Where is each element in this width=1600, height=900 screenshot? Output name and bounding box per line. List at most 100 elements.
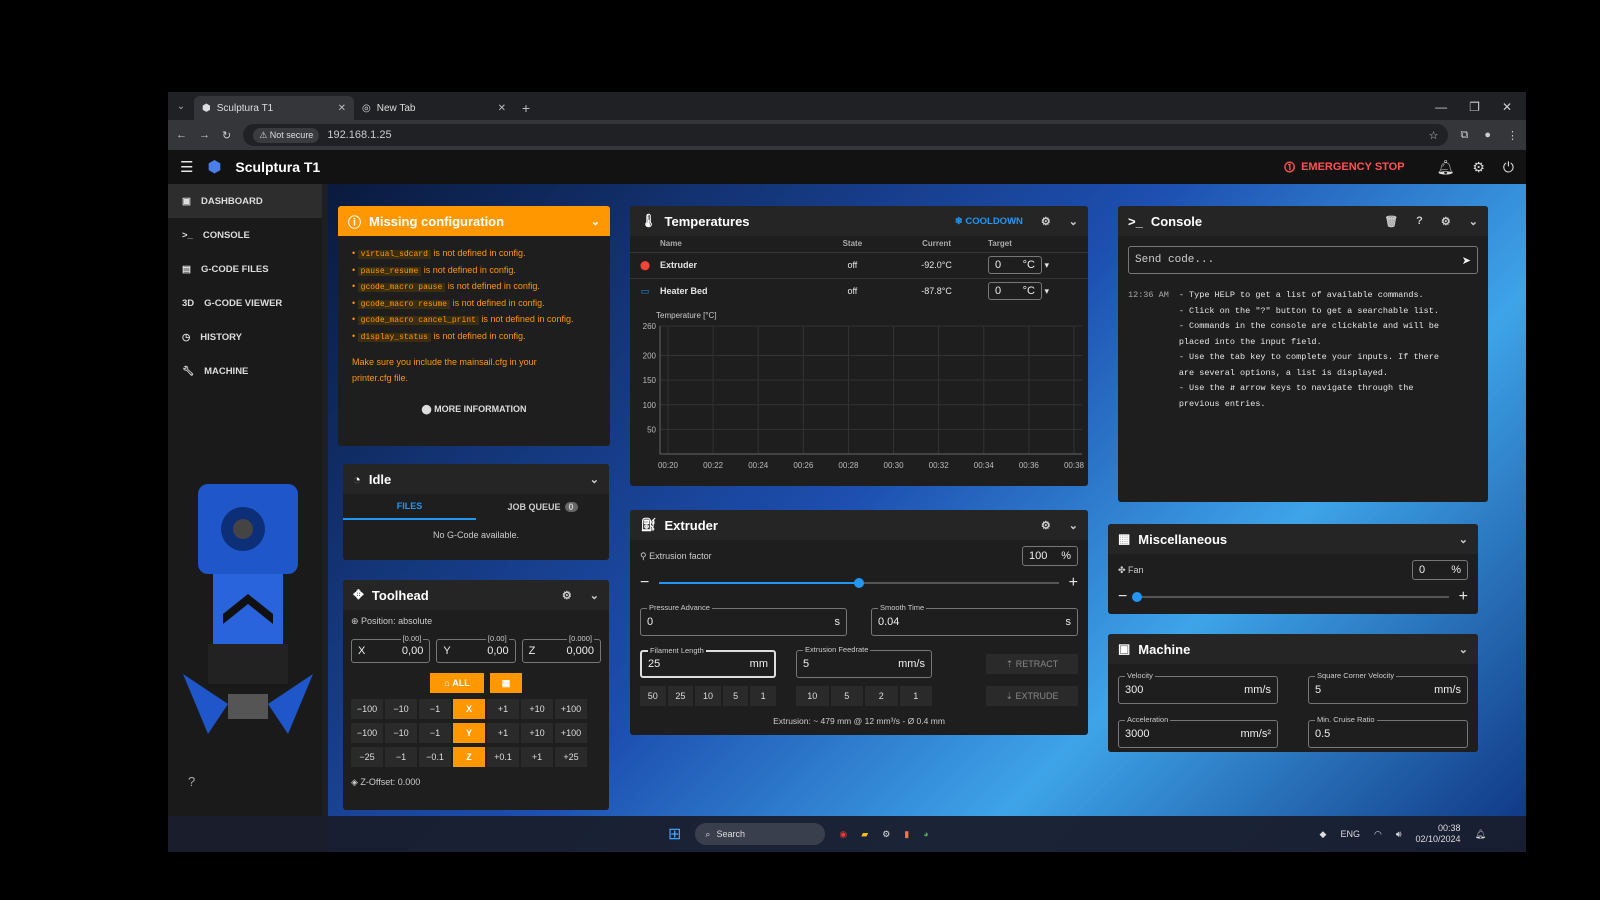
nav-dashboard[interactable]: ▣ DASHBOARD bbox=[168, 184, 322, 218]
preset-button[interactable]: 25 bbox=[667, 686, 694, 706]
jog-button[interactable]: +10 bbox=[521, 699, 553, 719]
jog-button[interactable]: +100 bbox=[555, 699, 587, 719]
emergency-stop-button[interactable]: ⓵ EMERGENCY STOP bbox=[1284, 159, 1405, 175]
console-line[interactable]: are several options, a list is displayed… bbox=[1179, 366, 1439, 382]
gear-icon[interactable]: ⚙ bbox=[1041, 215, 1051, 228]
send-icon[interactable]: ➤ bbox=[1462, 254, 1471, 267]
jog-button[interactable]: −1 bbox=[385, 747, 417, 767]
jog-button[interactable]: +25 bbox=[555, 747, 587, 767]
gear-icon[interactable]: ⚙ bbox=[1441, 215, 1451, 228]
more-information-button[interactable]: ⬤ MORE INFORMATION bbox=[338, 404, 610, 415]
chevron-down-icon[interactable]: ⌄ bbox=[590, 473, 599, 486]
machine-header[interactable]: ▣ Machine ⌄ bbox=[1108, 634, 1478, 664]
console-line[interactable]: placed into the input field. bbox=[1179, 335, 1439, 351]
nav-gcode-files[interactable]: ▤ G-CODE FILES bbox=[168, 252, 322, 286]
minimize-icon[interactable]: — bbox=[1435, 100, 1447, 114]
nav-gcode-viewer[interactable]: 3D G-CODE VIEWER bbox=[168, 286, 322, 320]
extruder-target-input[interactable]: 0 °C bbox=[988, 256, 1042, 274]
jog-button[interactable]: −1 bbox=[419, 723, 451, 743]
back-icon[interactable]: ← bbox=[176, 129, 187, 141]
taskbar-search[interactable]: ⌕ Search bbox=[695, 823, 826, 845]
filament-length-input[interactable]: Filament Length 25 mm bbox=[640, 646, 776, 678]
jog-button[interactable]: −10 bbox=[385, 699, 417, 719]
jog-button[interactable]: +0.1 bbox=[487, 747, 519, 767]
power-icon[interactable]: ⏻ bbox=[1503, 159, 1514, 176]
new-tab-button[interactable]: + bbox=[514, 96, 538, 120]
console-line[interactable]: - Commands in the console are clickable … bbox=[1179, 319, 1439, 335]
minus-icon[interactable]: − bbox=[1118, 588, 1127, 606]
console-line[interactable]: previous entries. bbox=[1179, 397, 1439, 413]
slider-knob[interactable] bbox=[854, 578, 864, 588]
y-position-field[interactable]: Y 0,00 [0.00] bbox=[436, 634, 516, 663]
z-position-field[interactable]: Z 0,000 [0.000] bbox=[521, 634, 601, 663]
chevron-down-icon[interactable]: ⌄ bbox=[1459, 533, 1468, 546]
gear-icon[interactable]: ⚙ bbox=[1041, 519, 1051, 532]
console-line[interactable]: - Use the tab key to complete your input… bbox=[1179, 350, 1439, 366]
wifi-icon[interactable]: ◠ bbox=[1374, 829, 1382, 840]
x-position-field[interactable]: X 0,00 [0.00] bbox=[351, 634, 431, 663]
dropdown-icon[interactable]: ▾ bbox=[1045, 260, 1050, 270]
volume-icon[interactable]: 🔊︎ bbox=[1396, 829, 1402, 840]
heater-name[interactable]: Extruder bbox=[660, 252, 820, 278]
restore-icon[interactable]: ❐ bbox=[1469, 100, 1480, 114]
extrusion-factor-input[interactable]: 100% bbox=[1022, 546, 1078, 566]
close-window-icon[interactable]: ✕ bbox=[1502, 100, 1512, 114]
preset-button[interactable]: 50 bbox=[640, 686, 666, 706]
nav-console[interactable]: >_ CONSOLE bbox=[168, 218, 322, 252]
hamburger-menu-icon[interactable]: ☰ bbox=[180, 158, 193, 176]
extruder-header[interactable]: ⛽︎ Extruder ⚙ ⌄ bbox=[630, 510, 1088, 540]
jog-button[interactable]: +100 bbox=[555, 723, 587, 743]
toolhead-header[interactable]: ✥ Toolhead ⚙ ⌄ bbox=[343, 580, 609, 610]
media-app-icon[interactable]: ◉ bbox=[839, 829, 847, 840]
clock[interactable]: 00:38 02/10/2024 bbox=[1416, 823, 1461, 845]
extrude-button[interactable]: ⇣ EXTRUDE bbox=[986, 686, 1078, 706]
fan-input[interactable]: 0% bbox=[1412, 560, 1468, 580]
acceleration-input[interactable]: Acceleration 3000 mm/s² bbox=[1118, 715, 1278, 748]
chrome-app-icon[interactable]: ◕ bbox=[923, 829, 928, 839]
chevron-down-icon[interactable]: ⌄ bbox=[1069, 215, 1078, 228]
home-axis-button[interactable]: X bbox=[453, 699, 485, 719]
motors-off-button[interactable]: ▦ bbox=[490, 673, 522, 693]
console-header[interactable]: >_ Console 🗑︎? ⚙ ⌄ bbox=[1118, 206, 1488, 236]
nav-history[interactable]: ◷ HISTORY bbox=[168, 320, 322, 354]
jog-button[interactable]: +10 bbox=[521, 723, 553, 743]
plus-icon[interactable]: + bbox=[1459, 588, 1468, 606]
browser-menu-icon[interactable]: ⋮ bbox=[1507, 129, 1518, 142]
min-cruise-ratio-input[interactable]: Min. Cruise Ratio 0.5 bbox=[1308, 715, 1468, 748]
square-corner-velocity-input[interactable]: Square Corner Velocity 5 mm/s bbox=[1308, 671, 1468, 704]
pressure-advance-input[interactable]: Pressure Advance 0 s bbox=[640, 603, 847, 636]
dropdown-icon[interactable]: ▾ bbox=[1045, 286, 1050, 296]
file-explorer-icon[interactable]: ▰ bbox=[861, 829, 868, 840]
omnibox[interactable]: ⚠ Not secure 192.168.1.25 ☆ bbox=[243, 124, 1449, 146]
miscellaneous-header[interactable]: ▦ Miscellaneous ⌄ bbox=[1108, 524, 1478, 554]
console-input[interactable]: Send code... ➤ bbox=[1128, 246, 1478, 274]
fan-slider[interactable] bbox=[1132, 592, 1449, 602]
console-line[interactable]: - Click on the "?" button to get a searc… bbox=[1179, 304, 1439, 320]
jog-button[interactable]: −1 bbox=[419, 699, 451, 719]
jog-button[interactable]: −10 bbox=[385, 723, 417, 743]
preset-button[interactable]: 5 bbox=[722, 686, 749, 706]
jog-button[interactable]: −100 bbox=[351, 723, 383, 743]
jog-button[interactable]: +1 bbox=[487, 723, 519, 743]
preset-button[interactable]: 10 bbox=[796, 686, 829, 706]
plus-icon[interactable]: + bbox=[1069, 574, 1078, 592]
browser-tab-newtab[interactable]: ◎ New Tab ✕ bbox=[354, 96, 514, 120]
extrusion-feedrate-input[interactable]: Extrusion Feedrate 5 mm/s bbox=[796, 645, 932, 678]
cooldown-button[interactable]: ❄ COOLDOWN bbox=[955, 216, 1023, 227]
preset-button[interactable]: 10 bbox=[695, 686, 721, 706]
preset-button[interactable]: 1 bbox=[899, 686, 932, 706]
bookmark-star-icon[interactable]: ☆ bbox=[1429, 129, 1439, 142]
chevron-down-icon[interactable]: ⌄ bbox=[591, 215, 600, 228]
trash-icon[interactable]: 🗑︎ bbox=[1384, 215, 1398, 228]
preset-button[interactable]: 1 bbox=[750, 686, 776, 706]
missing-config-header[interactable]: ⓘ Missing configuration ⌄ bbox=[338, 206, 610, 236]
tray-app-icon[interactable]: ◆ bbox=[1320, 829, 1327, 840]
help-icon[interactable]: ? bbox=[1416, 215, 1423, 227]
jog-button[interactable]: −100 bbox=[351, 699, 383, 719]
reload-icon[interactable]: ↻ bbox=[222, 129, 231, 142]
console-line[interactable]: - Type HELP to get a list of available c… bbox=[1179, 288, 1439, 304]
settings-icon[interactable]: ⚙ bbox=[1472, 159, 1485, 176]
extensions-icon[interactable]: ⧉ bbox=[1460, 129, 1468, 142]
help-icon[interactable]: ? bbox=[188, 774, 195, 789]
language-indicator[interactable]: ENG bbox=[1340, 829, 1360, 839]
